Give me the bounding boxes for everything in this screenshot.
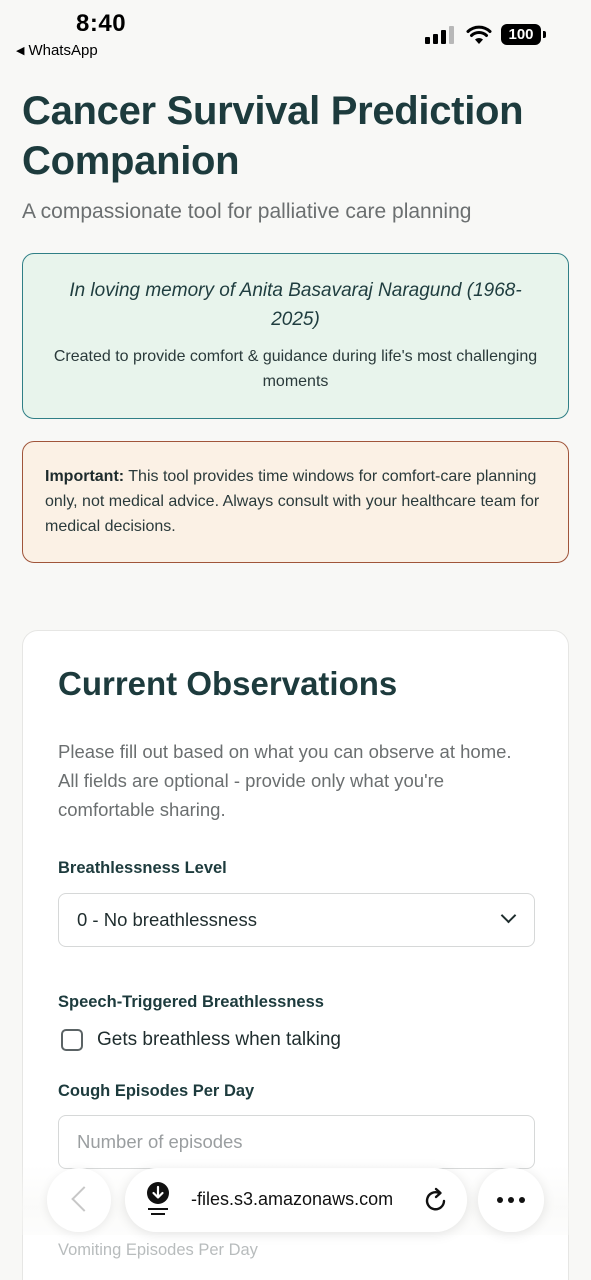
download-icon bbox=[147, 1182, 169, 1215]
breathlessness-label: Breathlessness Level bbox=[58, 859, 227, 877]
back-app-label: WhatsApp bbox=[28, 42, 98, 59]
vomiting-episodes-label: Vomiting Episodes Per Day bbox=[58, 1241, 258, 1259]
breathlessness-select[interactable]: 0 - No breathlessness bbox=[58, 893, 535, 947]
battery-icon: 100 bbox=[501, 24, 546, 45]
speech-breathlessness-checkbox[interactable] bbox=[61, 1029, 83, 1051]
observations-title: Current Observations bbox=[58, 665, 398, 702]
page-title: Cancer Survival Prediction Companion bbox=[22, 89, 524, 183]
wifi-icon bbox=[466, 25, 492, 44]
back-triangle-icon: ◀ bbox=[16, 45, 25, 57]
observations-intro: Please fill out based on what you can ob… bbox=[58, 741, 512, 820]
cough-episodes-label: Cough Episodes Per Day bbox=[58, 1082, 255, 1100]
cough-episodes-input[interactable] bbox=[58, 1115, 535, 1169]
memorial-banner: In loving memory of Anita Basavaraj Nara… bbox=[22, 253, 569, 419]
speech-breathlessness-option[interactable]: Gets breathless when talking bbox=[61, 1029, 341, 1051]
cellular-signal-icon bbox=[425, 26, 454, 44]
back-to-app-link[interactable]: ◀ WhatsApp bbox=[16, 42, 98, 59]
status-bar: 8:40 ◀ WhatsApp 100 bbox=[0, 0, 591, 70]
more-options-button[interactable] bbox=[478, 1168, 544, 1232]
speech-breathlessness-checkbox-label: Gets breathless when talking bbox=[97, 1029, 341, 1050]
url-text: -files.s3.amazonaws.com bbox=[191, 1189, 394, 1209]
chevron-down-icon bbox=[500, 907, 517, 924]
important-notice: Important: This tool provides time windo… bbox=[22, 441, 569, 563]
reload-icon[interactable] bbox=[424, 1187, 448, 1213]
important-label: Important: bbox=[45, 468, 125, 485]
memorial-message: Created to provide comfort & guidance du… bbox=[53, 348, 538, 390]
breathlessness-selected-value: 0 - No breathlessness bbox=[77, 909, 257, 930]
speech-breathlessness-label: Speech-Triggered Breathlessness bbox=[58, 993, 324, 1011]
address-bar[interactable]: -files.s3.amazonaws.com bbox=[125, 1168, 467, 1232]
memorial-dedication: In loving memory of Anita Basavaraj Nara… bbox=[69, 280, 522, 330]
status-time: 8:40 bbox=[76, 10, 127, 37]
browser-back-button[interactable] bbox=[47, 1168, 111, 1232]
page-subtitle: A compassionate tool for palliative care… bbox=[22, 200, 472, 223]
more-dots-icon bbox=[497, 1197, 503, 1203]
